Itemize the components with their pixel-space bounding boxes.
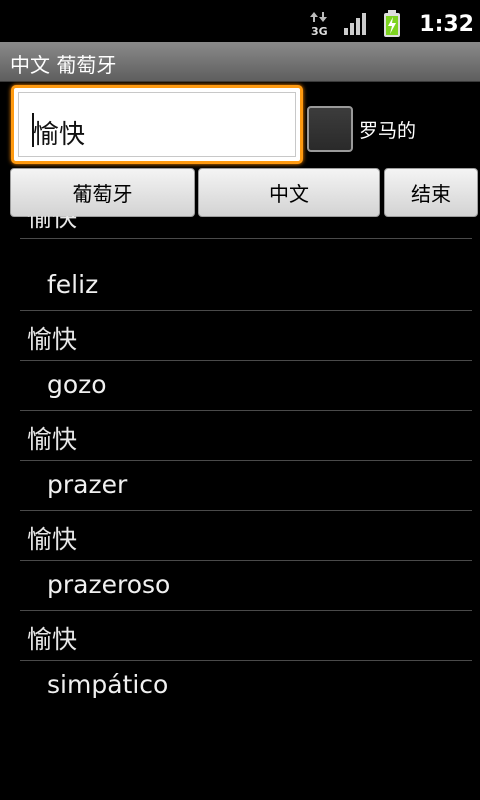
app-title: 中文 葡萄牙 [10, 53, 117, 77]
romanized-checkbox[interactable] [307, 106, 353, 152]
signal-strength-icon [343, 12, 369, 36]
list-item[interactable]: 愉快 [20, 216, 472, 239]
list-item[interactable]: 愉快 [20, 411, 472, 461]
title-bar: 中文 葡萄牙 [0, 42, 480, 82]
list-item[interactable]: prazeroso [20, 561, 472, 611]
list-item[interactable]: prazer [20, 461, 472, 511]
result-chinese: 愉快 [27, 325, 78, 354]
result-chinese: 愉快 [27, 425, 78, 454]
result-portuguese: feliz [47, 270, 99, 299]
result-portuguese: prazeroso [47, 570, 171, 599]
results-list[interactable]: 愉快 feliz 愉快 gozo 愉快 prazer 愉快 prazeroso … [20, 216, 472, 800]
chinese-button[interactable]: 中文 [198, 168, 380, 217]
search-input[interactable]: 愉快 [11, 85, 303, 164]
list-item[interactable]: 愉快 [20, 311, 472, 361]
status-icons: 3G 1:32 [309, 0, 480, 48]
result-chinese: 愉快 [27, 216, 78, 232]
result-chinese: 愉快 [27, 525, 78, 554]
result-portuguese: simpático [47, 670, 169, 699]
list-item[interactable]: gozo [20, 361, 472, 411]
list-item[interactable]: feliz [20, 261, 472, 311]
status-clock: 1:32 [419, 11, 474, 37]
portuguese-button[interactable]: 葡萄牙 [10, 168, 195, 217]
result-portuguese: prazer [47, 470, 128, 499]
list-item[interactable]: 愉快 [20, 511, 472, 561]
end-button[interactable]: 结束 [384, 168, 478, 217]
search-input-field[interactable]: 愉快 [18, 92, 296, 157]
battery-charging-icon [383, 10, 401, 38]
result-chinese: 愉快 [27, 625, 78, 654]
status-bar: 3G 1:32 [0, 0, 480, 48]
list-item[interactable]: 愉快 [20, 611, 472, 661]
list-item[interactable]: simpático [20, 661, 472, 711]
result-portuguese: gozo [47, 370, 107, 399]
romanized-checkbox-label[interactable]: 罗马的 [359, 116, 416, 143]
data-activity-icon: 3G [309, 11, 331, 37]
network-type-label: 3G [311, 25, 328, 37]
search-input-value: 愉快 [33, 120, 86, 150]
